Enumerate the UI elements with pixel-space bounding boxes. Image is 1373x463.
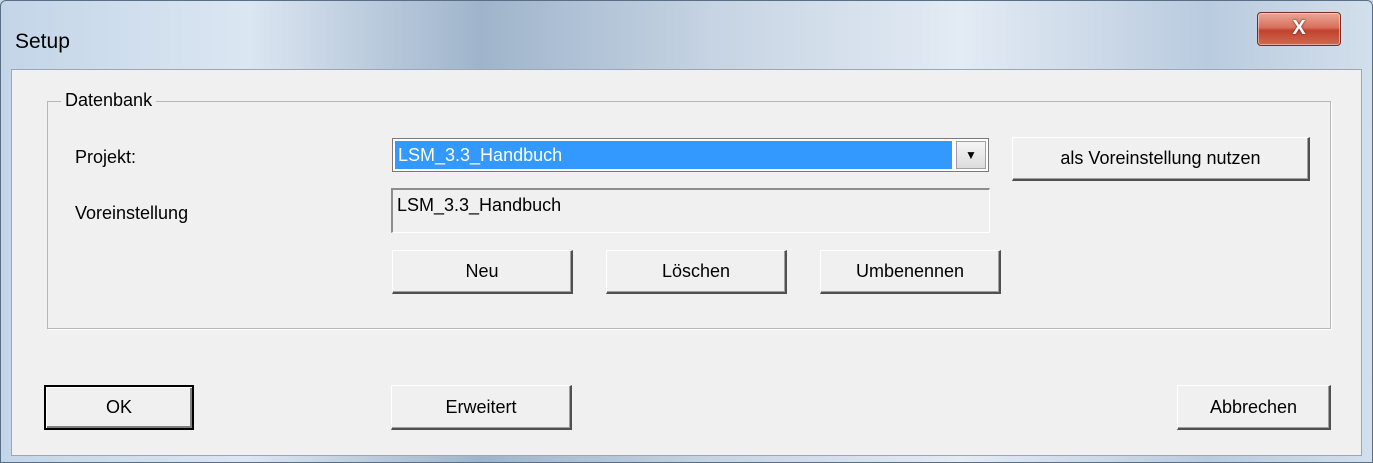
rename-button[interactable]: Umbenennen [820, 250, 1001, 294]
voreinstellung-label: Voreinstellung [75, 203, 189, 223]
delete-button[interactable]: Löschen [606, 250, 787, 294]
projekt-combobox[interactable]: LSM_3.3_Handbuch ▼ [392, 138, 989, 172]
advanced-button[interactable]: Erweitert [391, 385, 572, 430]
cancel-button[interactable]: Abbrechen [1177, 385, 1331, 430]
chevron-down-icon: ▼ [965, 148, 977, 162]
projekt-selected-value: LSM_3.3_Handbuch [395, 141, 952, 169]
dropdown-button[interactable]: ▼ [956, 141, 986, 169]
projekt-label: Projekt: [75, 147, 137, 167]
group-legend: Datenbank [61, 90, 157, 111]
dialog-client-area: Datenbank Projekt: LSM_3.3_Handbuch ▼ al… [11, 69, 1362, 456]
voreinstellung-field: LSM_3.3_Handbuch [391, 188, 990, 233]
window-title: Setup [15, 30, 70, 53]
datenbank-group: Datenbank Projekt: LSM_3.3_Handbuch ▼ al… [47, 90, 1331, 329]
new-button[interactable]: Neu [392, 250, 573, 294]
setup-dialog: Setup X Datenbank Projekt: LSM_3.3_Handb… [0, 0, 1373, 463]
ok-button[interactable]: OK [44, 385, 194, 430]
set-default-button[interactable]: als Voreinstellung nutzen [1012, 137, 1310, 181]
close-button[interactable]: X [1257, 12, 1341, 46]
title-bar[interactable]: Setup X [1, 1, 1372, 69]
close-icon: X [1292, 17, 1306, 39]
